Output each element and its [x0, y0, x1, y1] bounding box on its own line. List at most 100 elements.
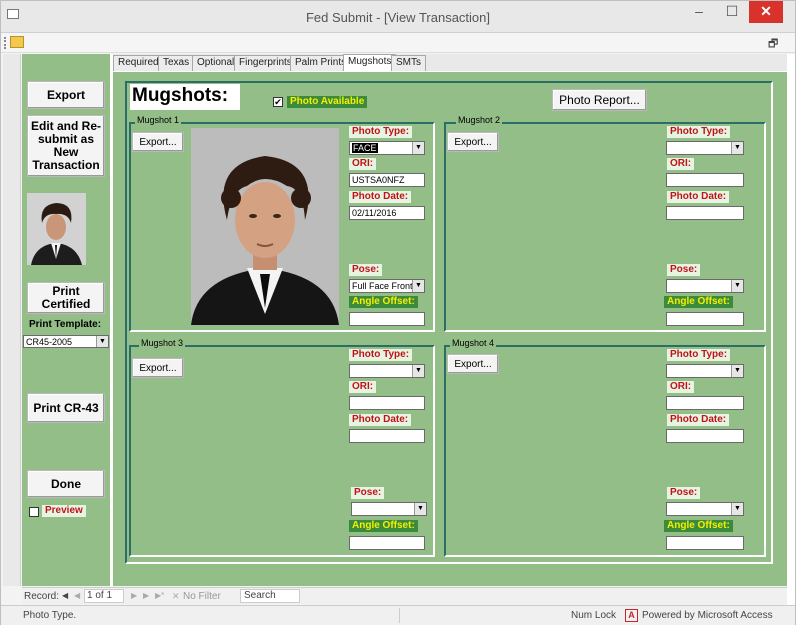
print-template-label: Print Template: [29, 319, 102, 330]
mugshot-2-photo-date-field[interactable] [666, 206, 744, 220]
restore-icon[interactable]: 🗗 [768, 35, 778, 54]
mugshot-1-photo [191, 128, 339, 325]
mugshot-3-ori-label: ORI: [349, 381, 377, 393]
mugshots-tab-panel: Mugshots: ✔ Photo Available Photo Report… [113, 71, 787, 586]
print-template-select[interactable]: CR45-2005 ▼ [23, 335, 109, 348]
tab-smts[interactable]: SMTs [391, 55, 426, 71]
photo-report-button[interactable]: Photo Report... [552, 89, 647, 111]
maximize-button[interactable]: ☐ [717, 1, 747, 23]
powered-by-text: Powered by Microsoft Access [642, 610, 773, 621]
status-text: Photo Type. [23, 610, 77, 621]
mugshot-1-pose-select[interactable]: Full Face Front ▼ [349, 279, 425, 293]
mugshot-4-title: Mugshot 4 [450, 338, 497, 348]
mugshot-2-pose-select[interactable]: ▼ [666, 279, 744, 293]
thumbnail-photo [27, 193, 86, 265]
tab-optional[interactable]: Optional [192, 55, 240, 71]
mugshot-1-angle-offset-field[interactable] [349, 312, 425, 326]
mugshot-3-angle-offset-field[interactable] [349, 536, 425, 550]
mugshot-1-ori-label: ORI: [349, 158, 377, 170]
mugshot-2-photo-type-label: Photo Type: [667, 126, 731, 138]
tab-fingerprints[interactable]: Fingerprints [234, 55, 297, 71]
next-record-button[interactable]: ▶ [131, 591, 137, 600]
done-button[interactable]: Done [27, 470, 105, 498]
print-certified-button[interactable]: Print Certified [27, 282, 105, 314]
mugshot-4-pose-label: Pose: [667, 487, 701, 499]
mugshot-4-photo-date-field[interactable] [666, 429, 744, 443]
tab-texas[interactable]: Texas [158, 55, 195, 71]
last-record-button[interactable]: ▶ [143, 591, 149, 600]
edit-resubmit-button[interactable]: Edit and Re-submit as New Transaction [27, 115, 105, 177]
folder-icon[interactable] [10, 36, 24, 48]
mugshot-3-photo-type-label: Photo Type: [349, 349, 413, 361]
person-thumbnail-icon [27, 193, 86, 265]
mugshot-1-export-button[interactable]: Export... [132, 132, 184, 152]
mugshot-1-ori-field[interactable]: USTSA0NFZ [349, 173, 425, 187]
mugshot-1-pose-value: Full Face Front [352, 281, 413, 291]
preview-label: Preview [42, 505, 86, 517]
record-label: Record: [24, 591, 60, 602]
new-record-button[interactable]: ▶* [155, 591, 164, 600]
minimize-button[interactable]: – [684, 1, 714, 23]
mugshots-heading: Mugshots: [130, 84, 240, 110]
mugshot-1-angle-offset-label: Angle Offset: [349, 296, 418, 308]
mugshot-3-angle-offset-label: Angle Offset: [349, 520, 418, 532]
mugshot-3-photo-type-select[interactable]: ▼ [349, 364, 425, 378]
tab-palm-prints[interactable]: Palm Prints [290, 55, 352, 71]
mugshot-3-pose-select[interactable]: ▼ [351, 502, 427, 516]
window-title: Fed Submit - [View Transaction] [305, 10, 490, 25]
tab-mugshots[interactable]: Mugshots [343, 54, 397, 72]
mugshot-4-export-button[interactable]: Export... [447, 354, 499, 374]
mugshot-1-photo-type-label: Photo Type: [349, 126, 413, 138]
mugshot-4-photo-type-label: Photo Type: [667, 349, 731, 361]
export-button[interactable]: Export [27, 81, 105, 109]
mugshot-2-angle-offset-field[interactable] [666, 312, 744, 326]
mugshot-4-angle-offset-label: Angle Offset: [664, 520, 733, 532]
mugshot-1-photo-type-value: FACE [352, 143, 378, 153]
mugshot-3-pose-label: Pose: [351, 487, 385, 499]
right-scroll-edge [787, 54, 795, 605]
mugshot-1-photo-type-select[interactable]: FACE ▼ [349, 141, 425, 155]
grip-icon [4, 37, 6, 49]
no-filter-button[interactable]: No Filter [183, 591, 221, 602]
preview-checkbox[interactable] [29, 507, 39, 517]
photo-available-checkbox[interactable]: ✔ [273, 97, 283, 107]
chevron-down-icon: ▼ [412, 142, 424, 154]
tab-required[interactable]: Required [113, 55, 164, 71]
left-column: Export Edit and Re-submit as New Transac… [22, 54, 110, 586]
chevron-down-icon: ▼ [412, 280, 424, 292]
current-record-field[interactable]: 1 of 1 [84, 589, 124, 603]
record-navigation-bar: Record: ◀ ◀ 1 of 1 ▶ ▶ ▶* ✕ No Filter Se… [22, 587, 787, 604]
mugshot-2-angle-offset-label: Angle Offset: [664, 296, 733, 308]
mugshot-3-title: Mugshot 3 [139, 338, 186, 348]
navigation-pane-collapsed[interactable] [3, 54, 21, 586]
mugshot-4-photo-type-select[interactable]: ▼ [666, 364, 744, 378]
previous-record-button[interactable]: ◀ [74, 591, 80, 600]
access-logo-icon: A [625, 609, 638, 622]
access-window: Fed Submit - [View Transaction] – ☐ ✕ 🗗 … [0, 0, 796, 625]
mugshot-2-ori-field[interactable] [666, 173, 744, 187]
mugshot-2-ori-label: ORI: [667, 158, 695, 170]
search-field[interactable]: Search [240, 589, 300, 603]
chevron-down-icon: ▼ [412, 365, 424, 377]
status-bar: Photo Type. Num Lock A Powered by Micros… [1, 605, 795, 625]
mugshot-4-pose-select[interactable]: ▼ [666, 502, 744, 516]
print-cr43-button[interactable]: Print CR-43 [27, 393, 105, 423]
photo-available-label: Photo Available [287, 96, 368, 108]
mugshot-4-ori-label: ORI: [667, 381, 695, 393]
mugshot-2-photo-type-select[interactable]: ▼ [666, 141, 744, 155]
quick-access-toolbar: 🗗 [1, 33, 795, 53]
mugshot-4-ori-field[interactable] [666, 396, 744, 410]
mugshot-1-title: Mugshot 1 [135, 115, 182, 125]
mugshot-3-photo-date-field[interactable] [349, 429, 425, 443]
mugshot-3-export-button[interactable]: Export... [132, 358, 184, 378]
close-button[interactable]: ✕ [749, 1, 783, 23]
filter-icon: ✕ [172, 591, 180, 601]
mugshot-1-photo-date-field[interactable]: 02/11/2016 [349, 206, 425, 220]
print-template-value: CR45-2005 [26, 337, 73, 347]
first-record-button[interactable]: ◀ [62, 591, 68, 600]
mugshot-3-ori-field[interactable] [349, 396, 425, 410]
title-bar: Fed Submit - [View Transaction] – ☐ ✕ [1, 1, 795, 33]
mugshot-2-export-button[interactable]: Export... [447, 132, 499, 152]
mugshot-2-pose-label: Pose: [667, 264, 701, 276]
mugshot-4-angle-offset-field[interactable] [666, 536, 744, 550]
